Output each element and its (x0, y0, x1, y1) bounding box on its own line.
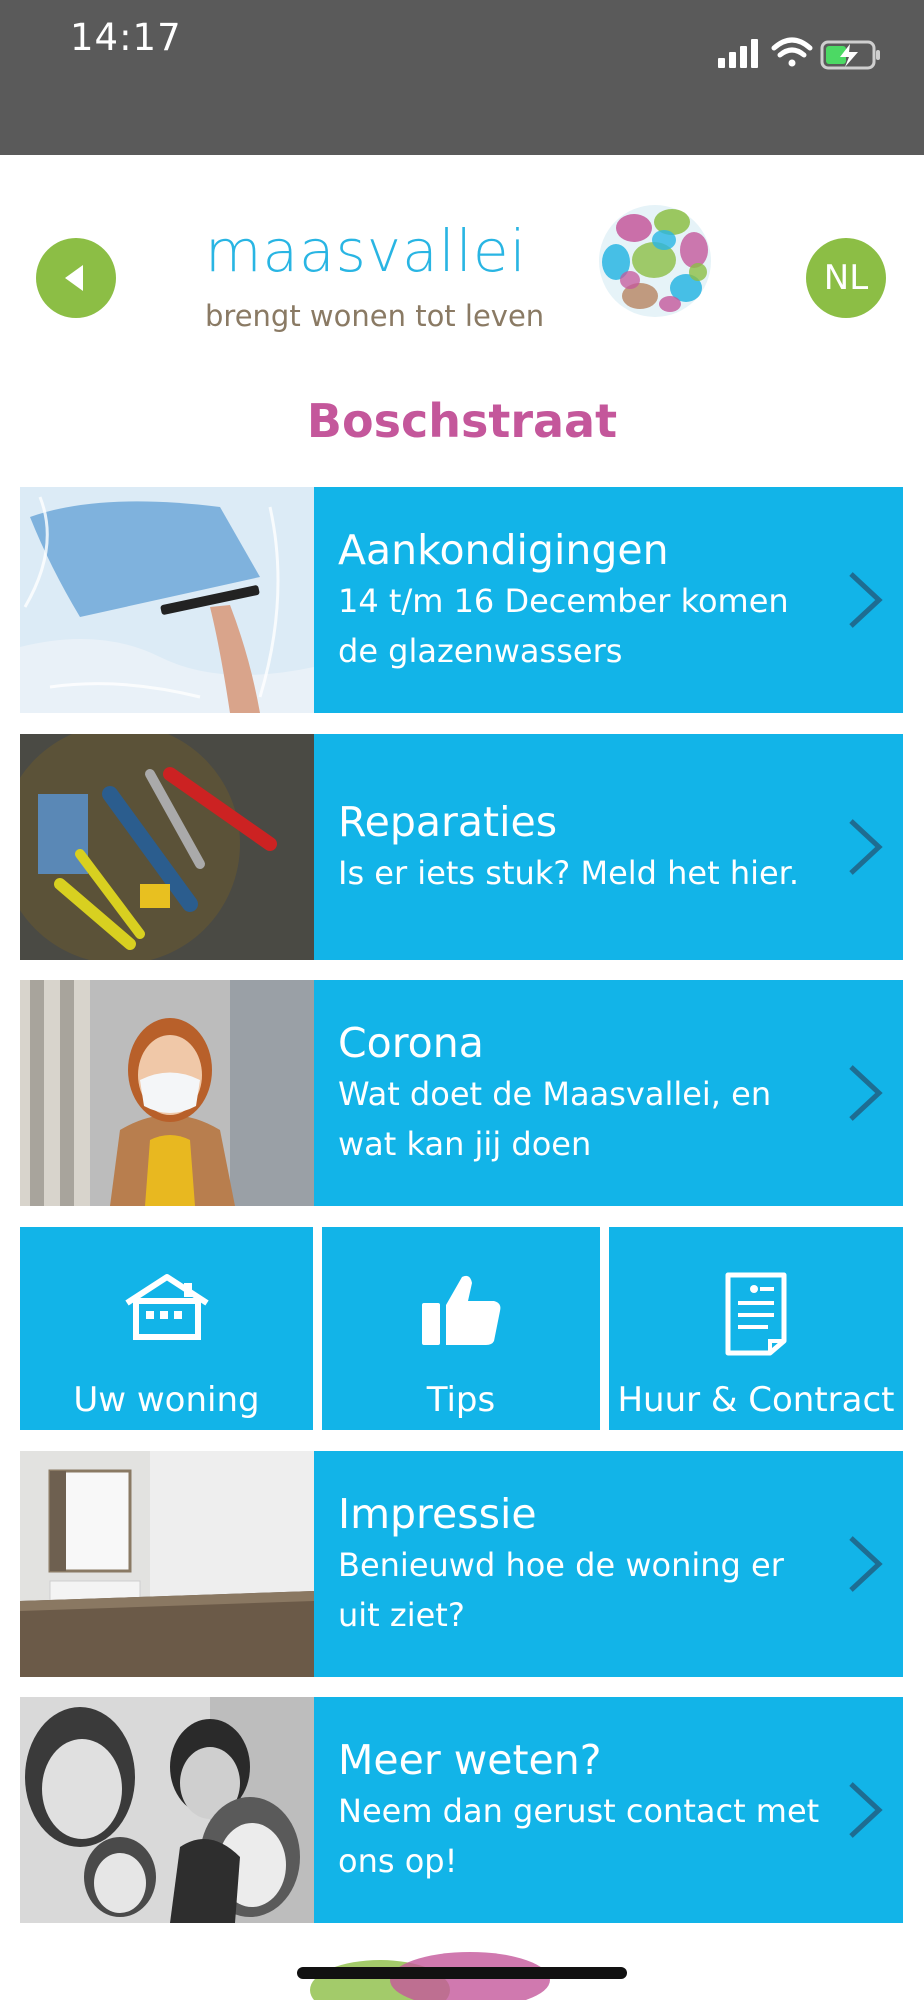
house-icon (124, 1274, 209, 1340)
tile-reparaties[interactable]: Reparaties Is er iets stuk? Meld het hie… (20, 734, 903, 960)
tile-text: Aankondigingen 14 t/m 16 December komen … (338, 487, 823, 713)
chevron-right-icon (849, 1536, 883, 1592)
tile-subtitle: Neem dan gerust contact met ons op! (338, 1792, 820, 1880)
tile-text: Corona Wat doet de Maasvallei, en wat ka… (338, 980, 823, 1206)
grid-tile-tips[interactable]: Tips (322, 1227, 600, 1430)
language-button[interactable]: NL (806, 238, 886, 318)
status-time: 14:17 (70, 16, 182, 59)
thumbs-up-icon (422, 1275, 501, 1345)
wifi-icon (771, 37, 813, 67)
tile-text: Meer weten? Neem dan gerust contact met … (338, 1697, 823, 1923)
status-icons (718, 37, 880, 70)
back-arrow-icon (65, 265, 83, 291)
tools-image (20, 734, 314, 960)
tile-subtitle: Is er iets stuk? Meld het hier. (338, 854, 800, 892)
logo-wordmark: maasvallei (205, 217, 527, 285)
tile-subtitle: Wat doet de Maasvallei, en wat kan jij d… (338, 1075, 772, 1163)
tile-aankondigingen[interactable]: Aankondigingen 14 t/m 16 December komen … (20, 487, 903, 713)
tile-text: Reparaties Is er iets stuk? Meld het hie… (338, 734, 823, 960)
tile-title: Aankondigingen (338, 526, 669, 574)
home-indicator[interactable] (297, 1967, 627, 1979)
chevron-right-icon (849, 572, 883, 628)
page-title: Boschstraat (306, 394, 618, 448)
chevron-right-icon (849, 1782, 883, 1838)
tile-meer-weten[interactable]: Meer weten? Neem dan gerust contact met … (20, 1697, 903, 1923)
grid-label: Huur & Contract (617, 1380, 895, 1420)
document-icon (725, 1272, 787, 1356)
team-photo-image (20, 1697, 314, 1923)
tile-corona[interactable]: Corona Wat doet de Maasvallei, en wat ka… (20, 980, 903, 1206)
chevron-right-icon (849, 1065, 883, 1121)
logo-globe-icon (599, 205, 711, 317)
tile-title: Corona (338, 1019, 484, 1067)
tile-title: Reparaties (338, 798, 558, 846)
grid-label: Tips (426, 1380, 496, 1420)
grid-tile-uw-woning[interactable]: Uw woning (20, 1227, 313, 1430)
signal-icon (718, 39, 758, 68)
quick-links-grid: Uw woning Tips Huur & Contract (20, 1227, 903, 1430)
grid-tile-huur-contract[interactable]: Huur & Contract (609, 1227, 903, 1430)
back-button[interactable] (36, 238, 116, 318)
battery-icon (820, 40, 880, 70)
chevron-right-icon (849, 819, 883, 875)
woman-mask-image (20, 980, 314, 1206)
empty-room-image (20, 1451, 314, 1677)
tile-subtitle: 14 t/m 16 December komen de glazenwasser… (338, 582, 789, 670)
logo-tagline: brengt wonen tot leven (205, 299, 545, 333)
tile-impressie[interactable]: Impressie Benieuwd hoe de woning er uit … (20, 1451, 903, 1677)
logo: maasvallei brengt wonen tot leven (205, 222, 545, 331)
window-cleaning-image (20, 487, 314, 713)
tile-title: Meer weten? (338, 1736, 602, 1784)
status-bar: 14:17 (0, 0, 924, 155)
grid-label: Uw woning (73, 1380, 260, 1420)
tile-text: Impressie Benieuwd hoe de woning er uit … (338, 1451, 823, 1677)
tile-subtitle: Benieuwd hoe de woning er uit ziet? (338, 1546, 784, 1634)
tile-title: Impressie (338, 1490, 537, 1538)
